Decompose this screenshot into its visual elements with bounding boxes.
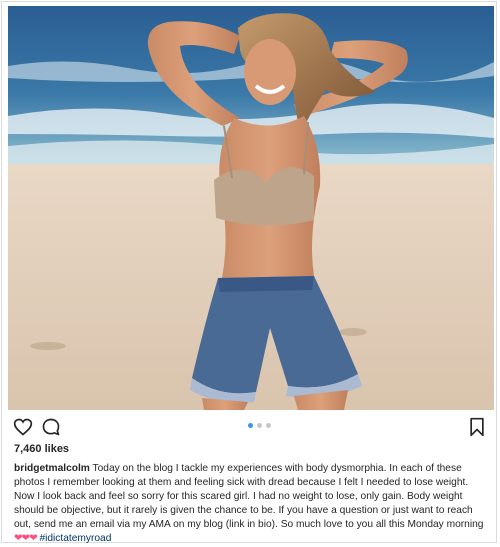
post-caption: bridgetmalcolm Today on the blog I tackl… xyxy=(14,462,490,547)
beach-photo-image xyxy=(8,6,494,410)
username-link[interactable]: bridgetmalcolm xyxy=(14,463,90,474)
hashtag-link[interactable]: #idictatemyroad xyxy=(39,533,111,544)
hearts-emoji: ❤❤❤ xyxy=(14,533,38,545)
carousel-dot xyxy=(257,423,262,428)
like-button[interactable] xyxy=(12,416,34,438)
carousel-dot xyxy=(266,423,271,428)
likes-count[interactable]: 7,460 likes xyxy=(14,443,69,455)
save-button[interactable] xyxy=(466,416,488,438)
heart-outline-icon xyxy=(13,418,33,436)
post-actions-bar xyxy=(12,416,488,438)
instagram-post: 7,460 likes bridgetmalcolm Today on the … xyxy=(1,1,497,544)
comment-button[interactable] xyxy=(40,416,62,438)
post-photo[interactable] xyxy=(8,6,494,410)
carousel-dot-active xyxy=(248,423,253,428)
bookmark-outline-icon xyxy=(470,417,484,437)
speech-bubble-icon xyxy=(42,418,60,436)
carousel-indicator xyxy=(248,423,271,428)
